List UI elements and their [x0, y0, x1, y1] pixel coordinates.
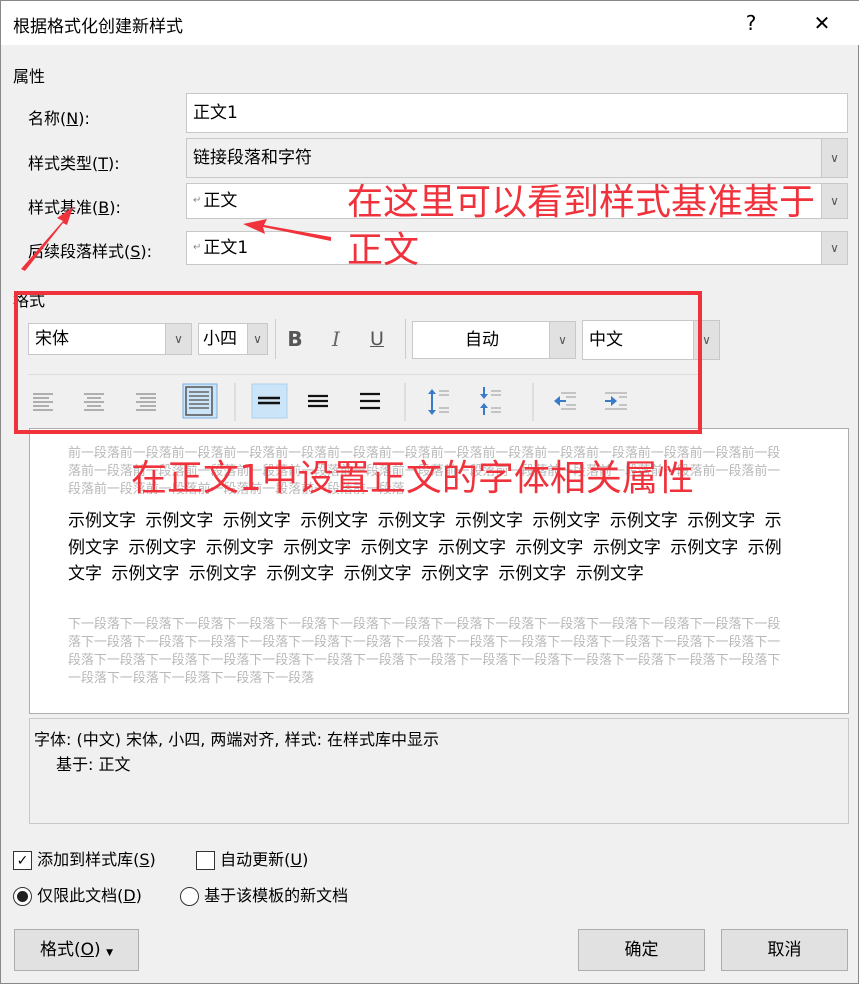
ok-button[interactable]: 确定 — [578, 929, 705, 971]
style-description: 字体: (中文) 宋体, 小四, 两端对齐, 样式: 在样式库中显示 基于: 正… — [29, 718, 849, 824]
annotation-highlight-box — [14, 291, 702, 434]
annotation-arrows — [21, 207, 331, 271]
description-line: 字体: (中文) 宋体, 小四, 两端对齐, 样式: 在样式库中显示 — [34, 730, 440, 749]
description-based-on: 基于: 正文 — [56, 755, 131, 774]
preview-sample-text: 示例文字 示例文字 示例文字 示例文字 示例文字 示例文字 示例文字 示例文字 … — [68, 511, 782, 584]
this-document-radio[interactable]: 仅限此文档(D) — [13, 882, 142, 906]
radio-selected-icon[interactable] — [13, 887, 32, 906]
new-documents-radio[interactable]: 基于该模板的新文档 — [180, 882, 348, 906]
checkbox-unchecked-icon[interactable] — [196, 851, 215, 870]
add-to-gallery-checkbox[interactable]: ✓ 添加到样式库(S) — [13, 846, 156, 870]
radio-unselected-icon[interactable] — [180, 887, 199, 906]
arrow-to-base-value — [243, 219, 331, 241]
annotation-format-note: 在正文1中设置正文的字体相关属性 — [131, 458, 694, 499]
arrow-to-base-label — [21, 207, 73, 271]
auto-update-checkbox[interactable]: 自动更新(U) — [196, 846, 308, 870]
checkbox-checked-icon[interactable]: ✓ — [13, 851, 32, 870]
preview-next-paragraph: 下一段落下一段落下一段落下一段落下一段落下一段落下一段落下一段落下一段落下一段落… — [68, 617, 781, 686]
cancel-button[interactable]: 取消 — [721, 929, 848, 971]
format-menu-button[interactable]: 格式(O) ▼ — [14, 929, 139, 971]
dropdown-triangle-icon: ▼ — [106, 948, 113, 958]
